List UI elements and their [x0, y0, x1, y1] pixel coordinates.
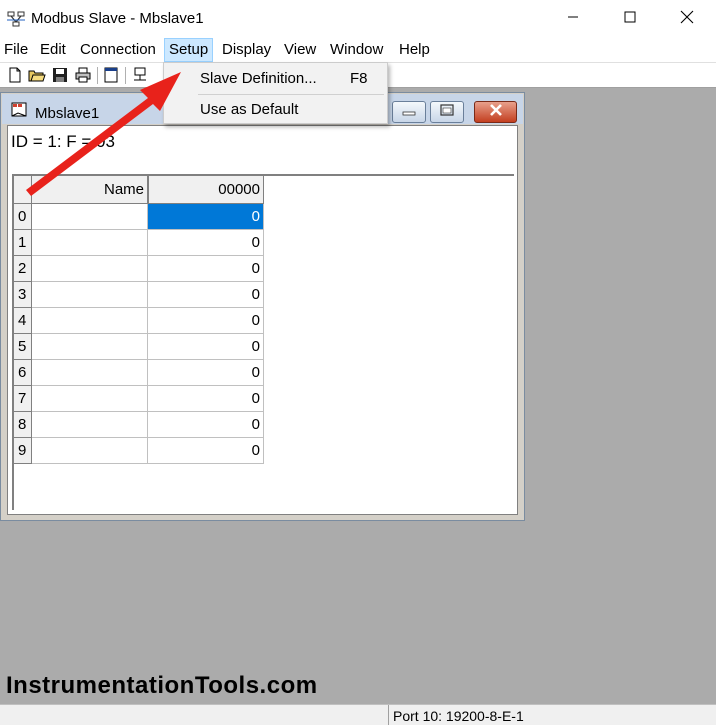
value-cell[interactable]: 0 [148, 256, 264, 282]
menu-connection[interactable]: Connection [76, 38, 160, 62]
menu-item-shortcut: F8 [350, 70, 368, 87]
menu-help[interactable]: Help [395, 38, 434, 62]
save-icon[interactable] [51, 66, 69, 84]
connect-icon[interactable] [131, 66, 149, 84]
child-window-title: Mbslave1 [35, 105, 100, 122]
row-header[interactable]: 2 [14, 256, 32, 282]
value-cell[interactable]: 0 [148, 438, 264, 464]
row-header[interactable]: 4 [14, 308, 32, 334]
name-cell[interactable] [32, 334, 148, 360]
value-cell-selected[interactable]: 0 [148, 204, 264, 230]
menu-bar: File Edit Connection Setup Display View … [0, 38, 716, 62]
window-title: Modbus Slave - Mbslave1 [31, 10, 204, 27]
menu-item-slave-definition[interactable]: Slave Definition... F8 [166, 65, 385, 92]
menu-separator [198, 94, 384, 95]
column-header-name[interactable]: Name [32, 176, 148, 204]
status-bar: Port 10: 19200-8-E-1 [0, 704, 716, 725]
menu-item-label: Use as Default [200, 101, 299, 118]
name-cell[interactable] [32, 256, 148, 282]
grid-corner-cell[interactable] [14, 176, 32, 204]
toolbar-separator [125, 67, 126, 84]
menu-window[interactable]: Window [326, 38, 387, 62]
new-file-icon[interactable] [6, 66, 24, 84]
maximize-icon [624, 10, 636, 28]
value-cell[interactable]: 0 [148, 334, 264, 360]
close-button[interactable] [658, 0, 716, 38]
title-bar: Modbus Slave - Mbslave1 [0, 0, 716, 38]
row-header[interactable]: 6 [14, 360, 32, 386]
open-folder-icon[interactable] [28, 66, 46, 84]
port-status: Port 10: 19200-8-E-1 [388, 705, 524, 725]
menu-file[interactable]: File [0, 38, 32, 62]
value-cell[interactable]: 0 [148, 282, 264, 308]
row-header[interactable]: 0 [14, 204, 32, 230]
row-header[interactable]: 3 [14, 282, 32, 308]
menu-edit[interactable]: Edit [36, 38, 70, 62]
child-maximize-button[interactable] [430, 101, 464, 123]
modbus-slave-icon [6, 9, 26, 29]
slave-status-line: ID = 1: F = 03 [11, 132, 115, 151]
close-icon [680, 10, 694, 29]
menu-display[interactable]: Display [218, 38, 275, 62]
row-header[interactable]: 5 [14, 334, 32, 360]
maximize-icon [440, 103, 454, 121]
menu-setup[interactable]: Setup [164, 38, 214, 62]
menu-item-label: Slave Definition... [200, 70, 317, 87]
value-cell[interactable]: 0 [148, 386, 264, 412]
row-header[interactable]: 9 [14, 438, 32, 464]
name-cell[interactable] [32, 412, 148, 438]
minimize-icon [567, 10, 579, 28]
name-cell[interactable] [32, 360, 148, 386]
name-cell[interactable] [32, 282, 148, 308]
document-icon [10, 101, 28, 119]
toolbar-separator [97, 67, 98, 84]
setup-dropdown-menu: Slave Definition... F8 Use as Default [163, 62, 388, 124]
name-cell[interactable] [32, 438, 148, 464]
name-cell[interactable] [32, 386, 148, 412]
close-icon [488, 103, 504, 122]
name-cell[interactable] [32, 204, 148, 230]
value-cell[interactable]: 0 [148, 412, 264, 438]
menu-item-use-as-default[interactable]: Use as Default [166, 96, 385, 123]
value-cell[interactable]: 0 [148, 308, 264, 334]
print-icon[interactable] [74, 66, 92, 84]
child-client-area: ID = 1: F = 03 Name 00000 0 0 1 0 2 0 3 … [7, 125, 518, 515]
name-cell[interactable] [32, 308, 148, 334]
mbslave-child-window: Mbslave1 ID = 1: F = 03 Name 00000 0 0 1… [0, 92, 525, 521]
maximize-button[interactable] [601, 0, 659, 38]
value-cell[interactable]: 0 [148, 360, 264, 386]
watermark-text: InstrumentationTools.com [6, 672, 318, 699]
menu-view[interactable]: View [280, 38, 320, 62]
row-header[interactable]: 1 [14, 230, 32, 256]
row-header[interactable]: 7 [14, 386, 32, 412]
child-minimize-button[interactable] [392, 101, 426, 123]
window-icon[interactable] [102, 66, 120, 84]
row-header[interactable]: 8 [14, 412, 32, 438]
register-grid: Name 00000 0 0 1 0 2 0 3 0 4 0 5 0 6 0 7 [12, 174, 514, 510]
value-cell[interactable]: 0 [148, 230, 264, 256]
name-cell[interactable] [32, 230, 148, 256]
column-header-address[interactable]: 00000 [148, 176, 264, 204]
child-close-button[interactable] [474, 101, 517, 123]
minimize-button[interactable] [544, 0, 602, 38]
minimize-icon [402, 103, 416, 121]
